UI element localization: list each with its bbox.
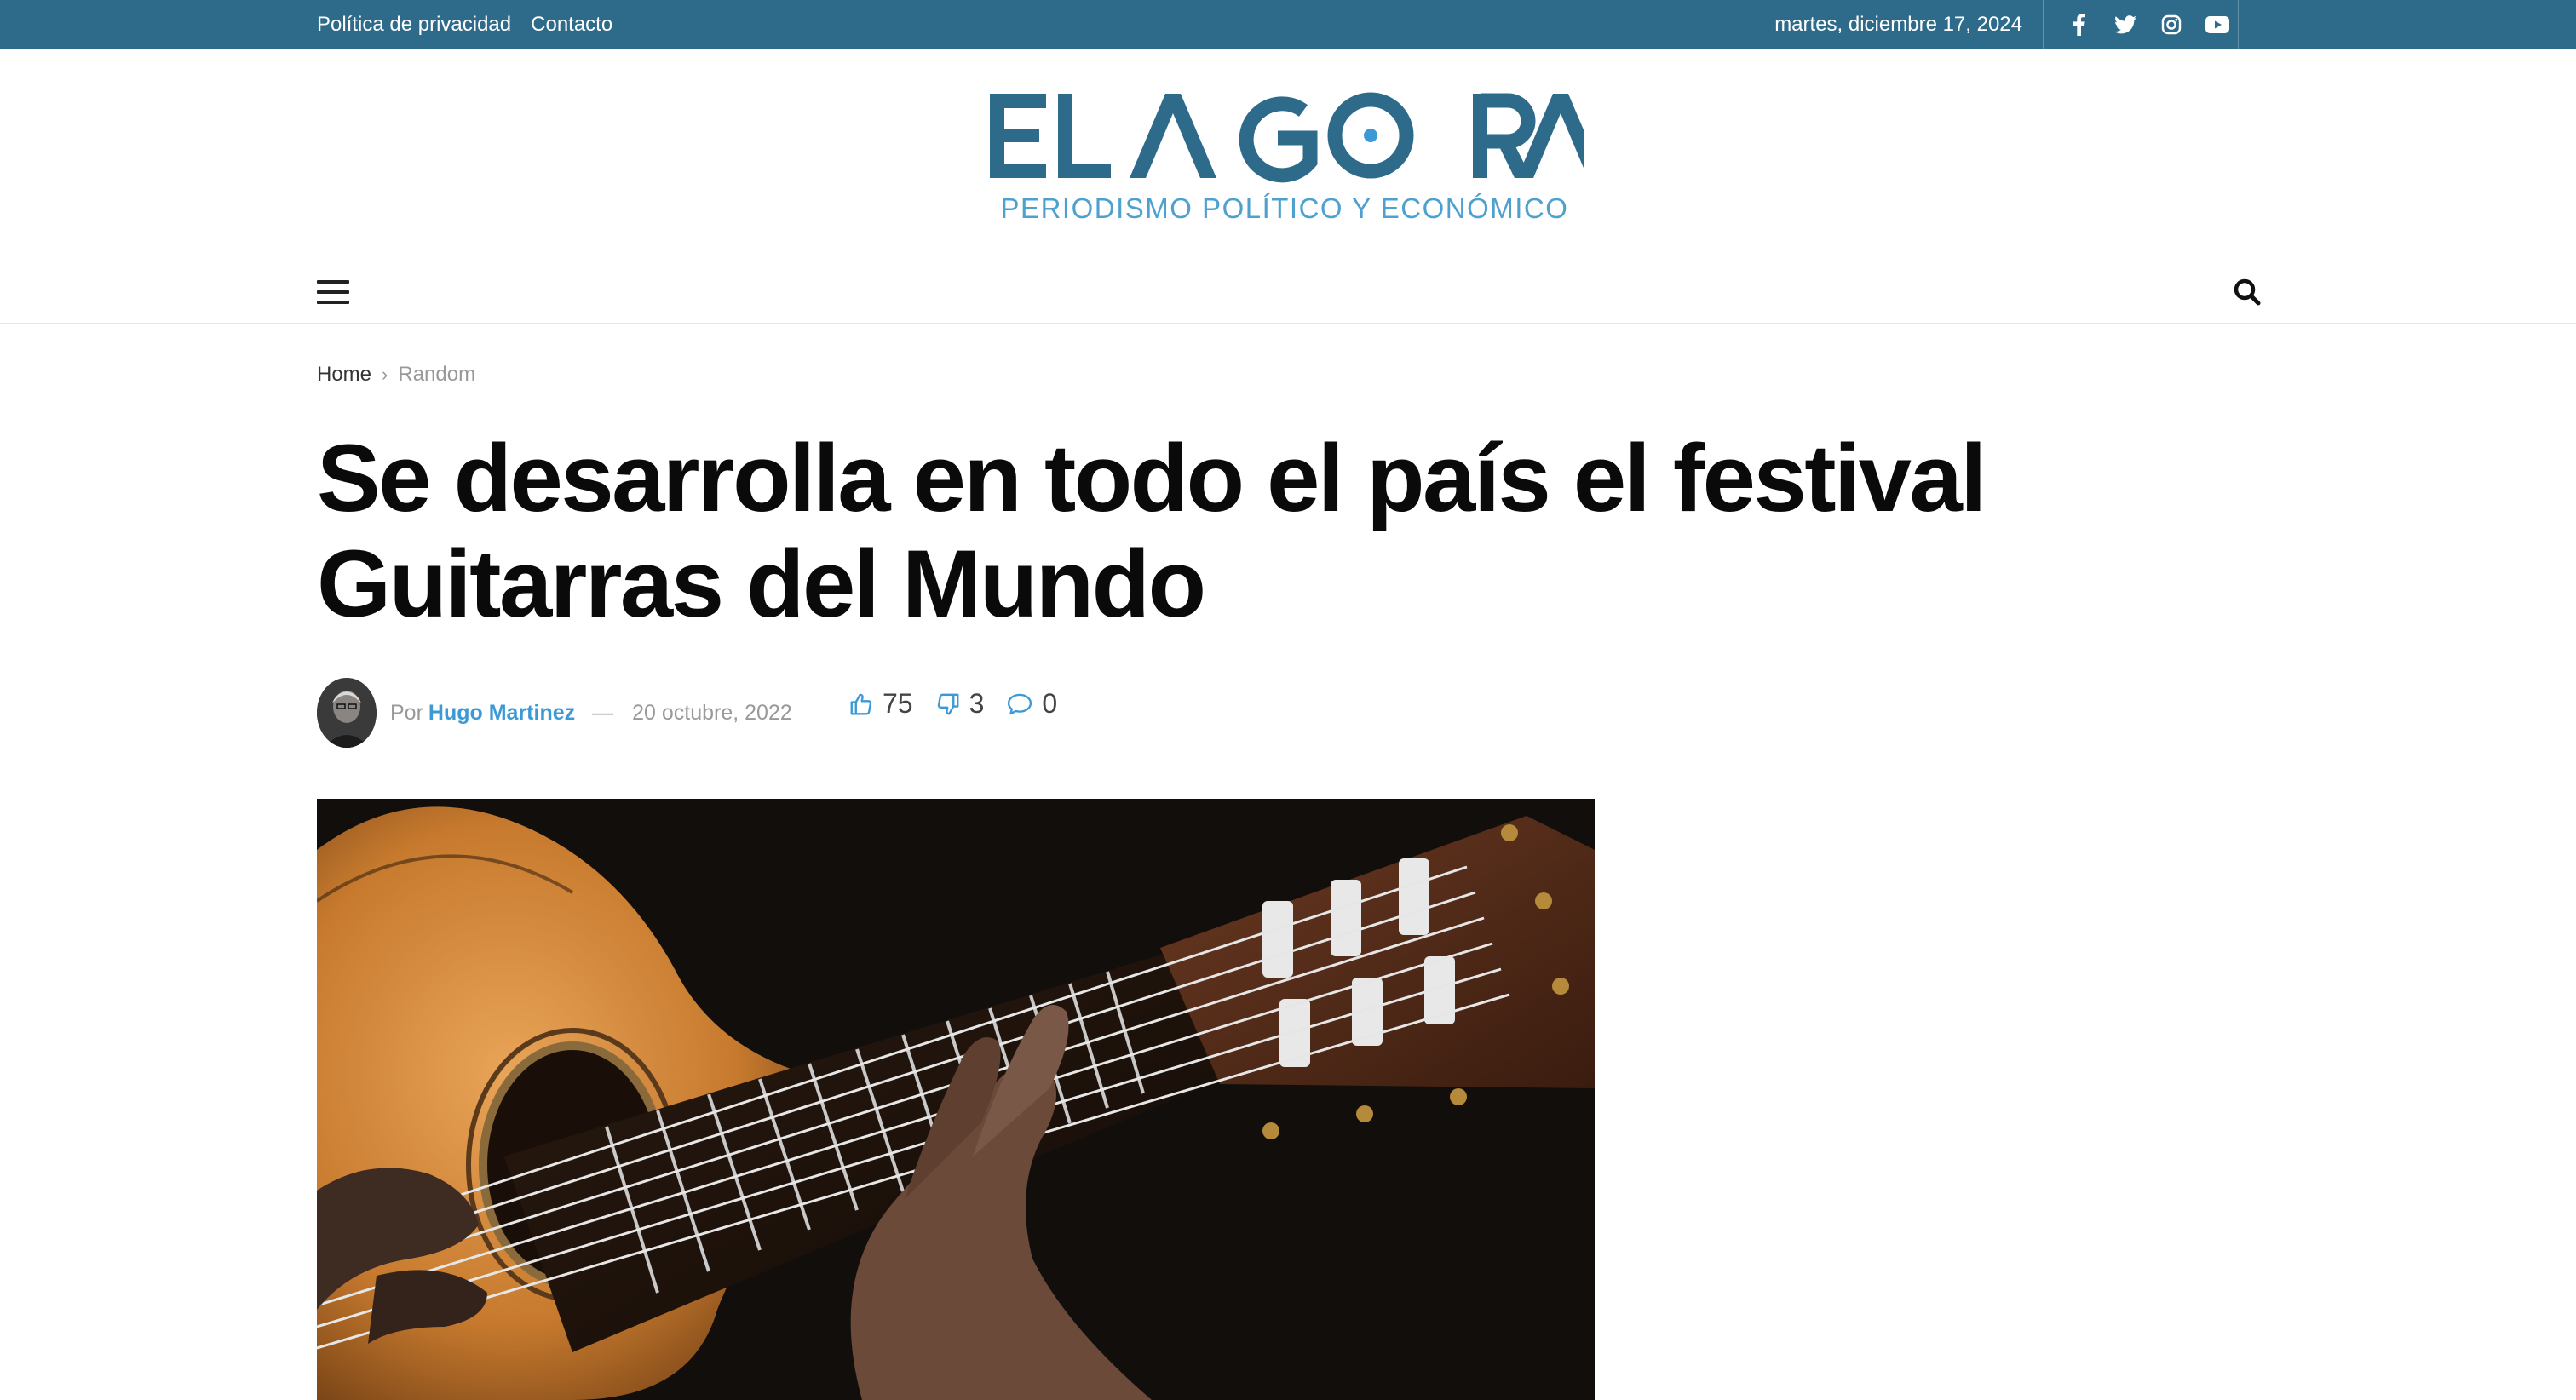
dislike-button[interactable]: 3 [935,688,985,720]
by-label: Por [390,700,423,725]
thumbs-up-icon [850,693,872,714]
chevron-right-icon: › [382,364,388,385]
contact-link[interactable]: Contacto [531,13,612,37]
current-date: martes, diciembre 17, 2024 [1774,12,2022,36]
breadcrumb-current[interactable]: Random [398,363,475,387]
top-links: Política de privacidad Contacto [317,0,612,49]
thumbs-down-icon [937,693,959,714]
top-bar: Política de privacidad Contacto martes, … [0,0,2576,49]
youtube-icon[interactable] [2205,13,2229,37]
hero-image [317,799,1595,1400]
article-meta: Por Hugo Martinez — 20 octubre, 2022 [317,678,792,748]
dislike-count: 3 [969,688,985,719]
privacy-policy-link[interactable]: Política de privacidad [317,13,511,37]
like-count: 75 [883,688,913,719]
site-logo[interactable]: PERIODISMO POLÍTICO Y ECONÓMICO [988,83,1604,228]
comment-icon [1008,693,1032,714]
svg-text:PERIODISMO POLÍTICO Y ECONÓMIC: PERIODISMO POLÍTICO Y ECONÓMICO [1001,192,1569,224]
article-date: 20 octubre, 2022 [632,700,792,725]
instagram-icon[interactable] [2159,13,2183,37]
comment-count: 0 [1042,688,1058,719]
search-icon[interactable] [2232,277,2263,307]
nav-bar [0,261,2576,324]
author-avatar[interactable] [317,678,377,748]
twitter-icon[interactable] [2113,13,2137,37]
comments-button[interactable]: 0 [1006,688,1057,720]
facebook-icon[interactable] [2067,13,2091,37]
article-stats: 75 3 0 [848,688,1079,720]
meta-separator: — [592,700,614,725]
hamburger-icon[interactable] [317,280,349,306]
like-button[interactable]: 75 [848,688,913,720]
social-links [2043,0,2239,49]
breadcrumb: Home › Random [317,363,475,387]
breadcrumb-home[interactable]: Home [317,363,371,387]
article-title: Se desarrolla en todo el país el festiva… [317,425,1987,637]
author-link[interactable]: Hugo Martinez [428,701,575,726]
